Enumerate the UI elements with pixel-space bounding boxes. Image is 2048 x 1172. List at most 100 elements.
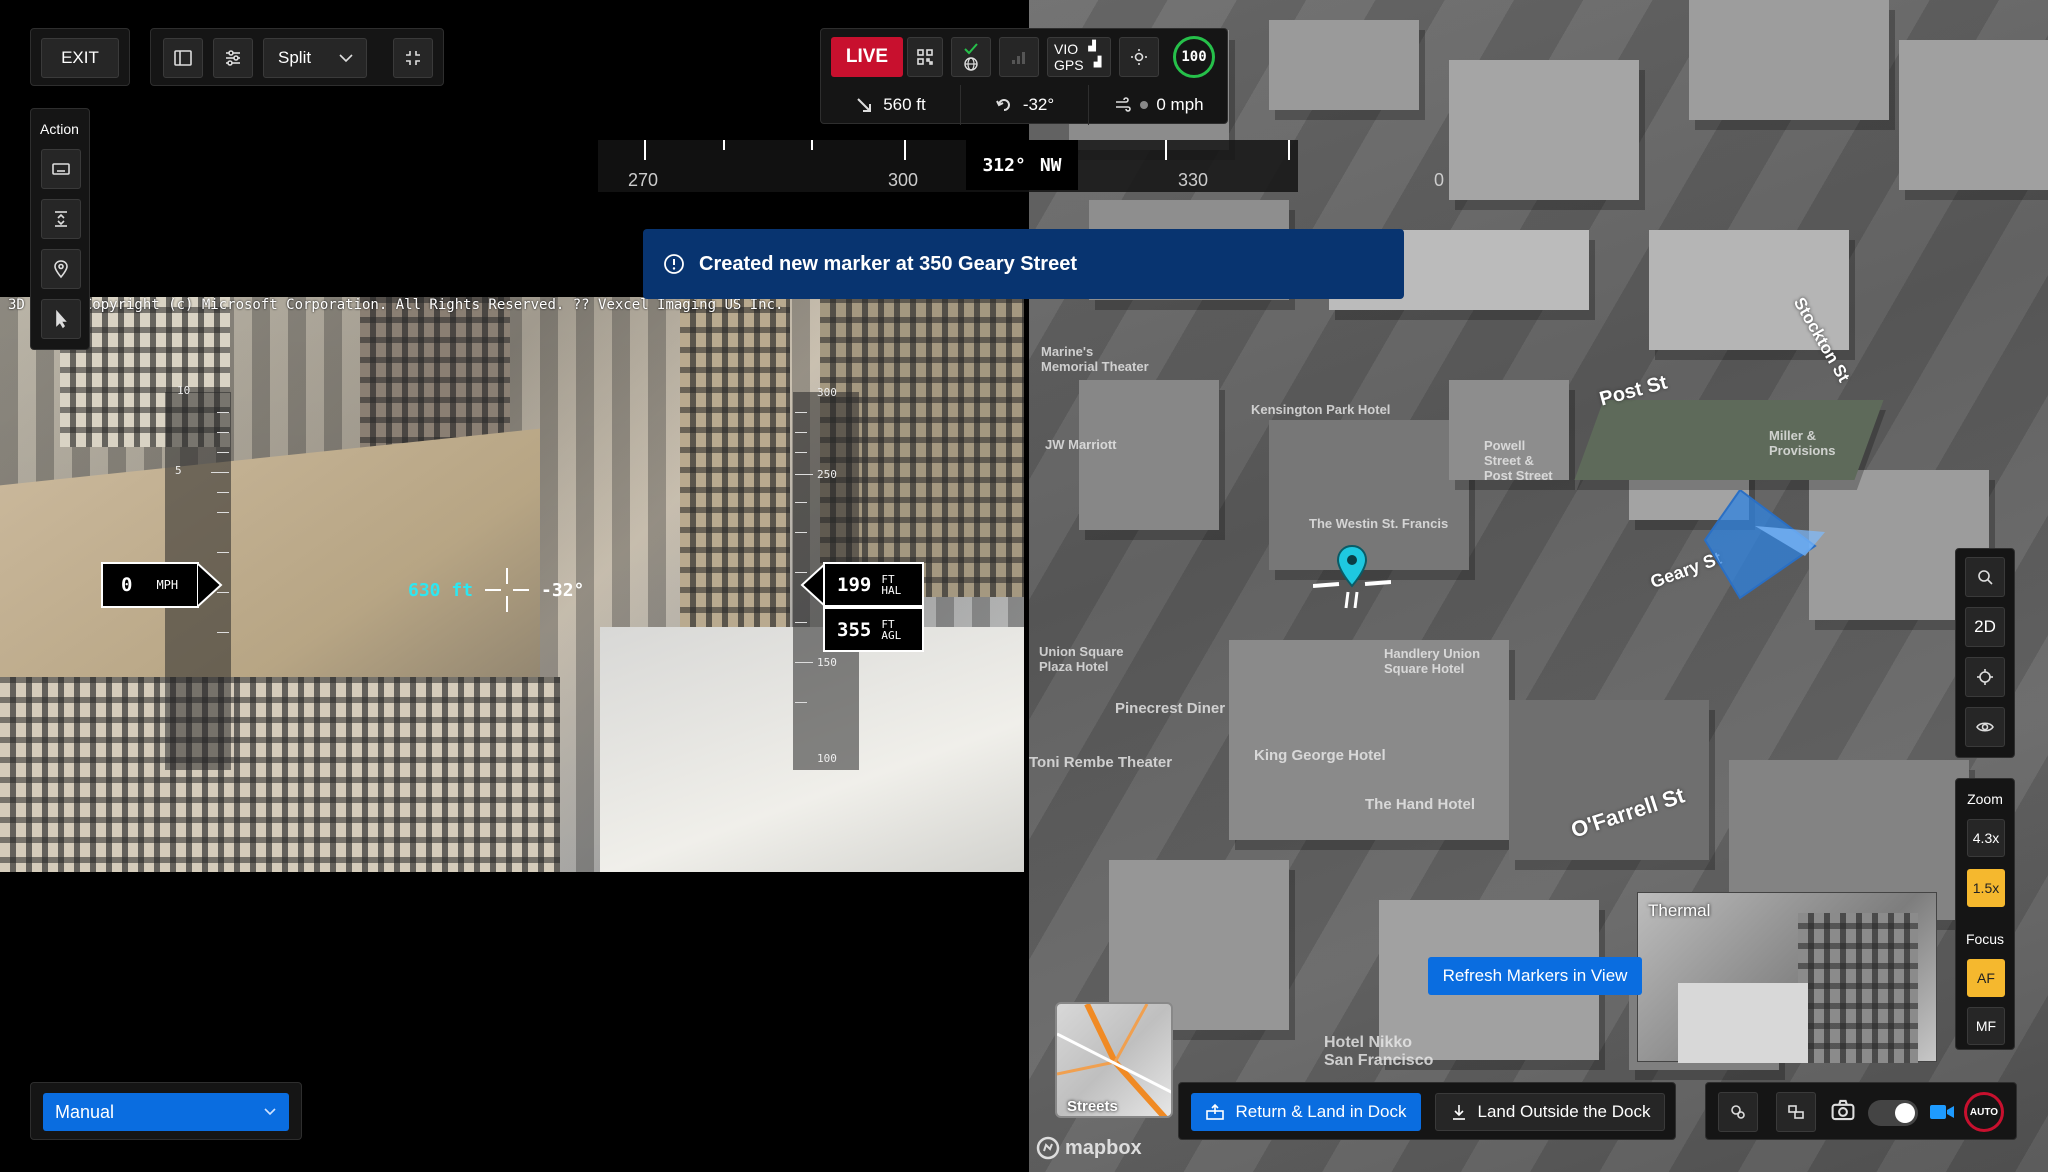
toggle-2d-button[interactable]: 2D (1965, 607, 2005, 647)
gimbal-reset-button[interactable] (1718, 1092, 1758, 1132)
qr-code-icon (917, 49, 933, 65)
map-controls: 2D (1955, 548, 2015, 758)
connectivity-status[interactable] (951, 37, 991, 77)
exit-button[interactable]: EXIT (41, 38, 119, 78)
alt-tape-label: 300 (817, 386, 837, 399)
download-icon (1452, 1105, 1465, 1120)
place-label: Toni Rembe Theater (1029, 754, 1173, 771)
keyboard-button[interactable] (41, 149, 81, 189)
globe-icon (964, 57, 978, 71)
compass-label: 330 (1178, 170, 1209, 190)
place-label: King George Hotel (1254, 747, 1386, 764)
return-land-dock-button[interactable]: Return & Land in Dock (1191, 1093, 1421, 1131)
heading-value: 312° (982, 154, 1026, 176)
zoom-4-3x-button[interactable]: 4.3x (1967, 819, 2005, 857)
battery-indicator[interactable]: 100 (1173, 36, 1215, 78)
status-dot (1140, 101, 1149, 109)
compass-tape: 270 300 330 0 312° NW (598, 140, 1444, 192)
signal-status[interactable] (999, 37, 1039, 77)
chevron-down-icon (264, 1108, 276, 1116)
compass-label: 0 (1434, 170, 1445, 190)
chevron-down-icon (339, 54, 353, 63)
mapbox-icon (1036, 1136, 1060, 1160)
place-label: Hotel Nikko San Francisco (1324, 1034, 1434, 1069)
crosshair-icon (485, 568, 530, 612)
place-label: Handlery Union Square Hotel (1384, 646, 1481, 676)
recenter-button[interactable] (1965, 657, 2005, 697)
flight-mode-panel: Manual (30, 1082, 302, 1140)
place-label: Miller & Provisions (1769, 428, 1836, 458)
keyboard-icon (52, 163, 70, 175)
layers-button[interactable] (1776, 1092, 1816, 1132)
gps-label: GPS (1054, 57, 1084, 73)
wind-icon (1116, 97, 1132, 112)
qr-button[interactable] (907, 37, 943, 77)
pointer-button[interactable] (41, 299, 81, 339)
sidebar-icon (174, 50, 192, 66)
hal-unit-label: HAL (881, 583, 902, 597)
place-label: Marine's Memorial Theater (1041, 344, 1149, 374)
video-camera-icon (1930, 1105, 1954, 1119)
camera-frustum-icon (1703, 490, 1825, 600)
photo-video-toggle[interactable] (1868, 1100, 1918, 1126)
center-reticle-group: 630 ft -32° (408, 568, 584, 612)
diagonal-arrow-icon (857, 98, 872, 112)
speed-status: 0 mph (1089, 85, 1229, 125)
building (0, 677, 560, 872)
thermal-pip[interactable]: Thermal (1637, 892, 1937, 1063)
video-button[interactable] (1928, 1099, 1956, 1125)
gimbal-pitch: -32° (541, 579, 585, 601)
toggle-knob (1895, 1103, 1915, 1123)
land-outside-dock-button[interactable]: Land Outside the Dock (1435, 1093, 1665, 1131)
visibility-button[interactable] (1965, 707, 2005, 747)
vio-gps-status[interactable]: VIO ▟ GPS ▟ (1047, 37, 1111, 77)
heading-readout: -32° (961, 85, 1089, 125)
vio-label: VIO (1054, 41, 1079, 57)
alt-tape-label: 100 (817, 752, 837, 765)
live-badge[interactable]: LIVE (831, 37, 903, 77)
speed-tape-label: 10 (177, 384, 191, 397)
action-title: Action (40, 121, 79, 137)
sliders-icon (226, 50, 240, 66)
place-label: Powell Street & Post Street (1484, 438, 1553, 483)
sun-icon (1131, 49, 1147, 65)
search-icon (1978, 570, 1993, 585)
place-label: Union Square Plaza Hotel (1039, 644, 1124, 674)
zoom-1-5x-button[interactable]: 1.5x (1967, 869, 2005, 907)
search-button[interactable] (1965, 557, 2005, 597)
dock-icon (1206, 1103, 1225, 1120)
distance-readout: 560 ft (821, 85, 961, 125)
brightness-button[interactable] (1119, 37, 1159, 77)
cursor-icon (56, 309, 67, 329)
thermal-label: Thermal (1648, 901, 1711, 920)
zoom-title: Zoom (1967, 791, 2003, 807)
photo-button[interactable] (1830, 1097, 1862, 1127)
battery-value: 100 (1181, 49, 1207, 65)
speed-unit: MPH (156, 577, 179, 592)
map-pin-icon (54, 260, 68, 279)
altitude-button[interactable] (41, 199, 81, 239)
streets-label: Streets (1067, 1098, 1118, 1115)
settings-button[interactable] (213, 38, 253, 78)
eye-icon (1976, 722, 1994, 732)
info-icon (664, 254, 684, 274)
flight-mode-select[interactable]: Manual (43, 1093, 289, 1131)
autofocus-button[interactable]: AF (1967, 959, 2005, 997)
toast-message: Created new marker at 350 Geary Street (699, 252, 1077, 275)
map-style-switcher[interactable]: Streets (1055, 1002, 1173, 1118)
marker-button[interactable] (41, 249, 81, 289)
record-auto-button[interactable]: AUTO (1964, 1092, 2004, 1132)
exit-panel: EXIT (30, 28, 130, 86)
sidebar-toggle-button[interactable] (163, 38, 203, 78)
place-label: JW Marriott (1045, 437, 1117, 452)
refresh-markers-button[interactable]: Refresh Markers in View (1428, 957, 1642, 995)
fullscreen-button[interactable] (393, 38, 433, 78)
agl-value: 355 (837, 618, 872, 641)
view-mode-select[interactable]: Split (263, 38, 367, 78)
mapbox-logo: mapbox (1036, 1136, 1142, 1160)
agl-readout: 355 FT AGL (823, 607, 924, 652)
notification-toast[interactable]: Created new marker at 350 Geary Street (643, 229, 1404, 299)
zoom-focus-panel: Zoom 4.3x 1.5x Focus AF MF (1955, 778, 2015, 1050)
manual-focus-button[interactable]: MF (1967, 1007, 2005, 1045)
dock-actions: Return & Land in Dock Land Outside the D… (1178, 1082, 1676, 1140)
